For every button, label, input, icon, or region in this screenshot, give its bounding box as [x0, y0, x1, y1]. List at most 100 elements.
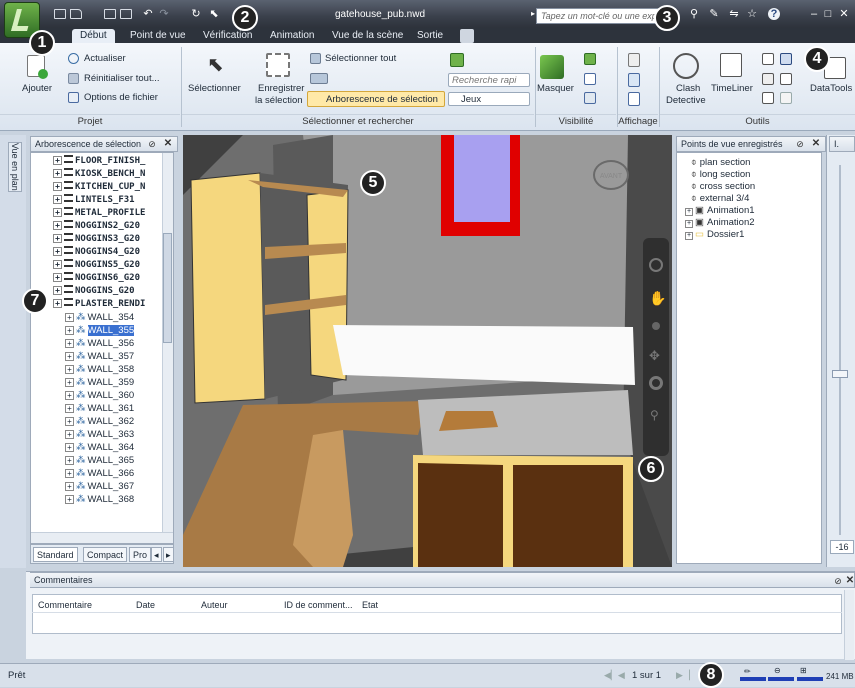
la-selection-label[interactable]: la sélection [255, 95, 303, 106]
tree-layer-item[interactable]: + FLOOR_FINISH_ [53, 155, 145, 168]
expand-icon[interactable]: + [53, 260, 62, 269]
expand-icon[interactable]: + [65, 391, 74, 400]
saved-view-item[interactable]: + ▣ Animation2 [685, 217, 755, 229]
expand-icon[interactable]: + [685, 220, 693, 228]
selectionner-button[interactable]: Sélectionner [188, 83, 241, 94]
scripter-icon[interactable] [780, 92, 792, 104]
pin-icon[interactable]: ⊘ [832, 575, 844, 587]
tree-wall-item[interactable]: + ⁂ WALL_362 [65, 415, 134, 428]
tree-layer-item[interactable]: + PLASTER_RENDI [53, 298, 145, 311]
options-icon[interactable] [68, 92, 79, 103]
tree-wall-item[interactable]: + ⁂ WALL_366 [65, 467, 134, 480]
datatools-button[interactable]: DataTools [810, 83, 852, 94]
tree-layer-item[interactable]: + KITCHEN_CUP_N [53, 181, 145, 194]
tree-layer-item[interactable]: + NOGGINS4_G20 [53, 246, 140, 259]
presenter-icon[interactable] [762, 53, 774, 65]
expand-icon[interactable]: + [65, 313, 74, 322]
tab-standard[interactable]: Standard [33, 547, 78, 562]
favorites-star-icon[interactable]: ☆ [746, 8, 758, 20]
expand-icon[interactable]: + [53, 273, 62, 282]
tab-sortie[interactable]: Sortie [417, 29, 443, 43]
tree-vertical-scrollbar[interactable] [162, 153, 173, 543]
expand-icon[interactable]: + [53, 208, 62, 217]
saved-view-item[interactable]: ⌽ long section [691, 169, 750, 181]
tree-layer-item[interactable]: + NOGGINS_G20 [53, 285, 135, 298]
tree-horizontal-scrollbar[interactable] [31, 532, 173, 543]
tree-wall-item[interactable]: + ⁂ WALL_359 [65, 376, 134, 389]
tree-wall-item[interactable]: + ⁂ WALL_368 [65, 493, 134, 506]
slider-track[interactable] [839, 165, 841, 535]
saved-view-item[interactable]: ⌽ cross section [691, 181, 755, 193]
slider-thumb[interactable] [832, 370, 848, 378]
save-selection-icon[interactable] [266, 53, 290, 77]
expand-icon[interactable]: + [53, 156, 62, 165]
tab-debut[interactable]: Début [72, 29, 115, 43]
animator-icon[interactable] [780, 53, 792, 65]
tree-layer-item[interactable]: + NOGGINS3_G20 [53, 233, 140, 246]
tree-wall-item[interactable]: + ⁂ WALL_363 [65, 428, 134, 441]
reinitialiser-button[interactable]: Réinitialiser tout... [84, 73, 160, 84]
appearance-profiler-icon[interactable] [762, 73, 774, 85]
tree-layer-item[interactable]: + NOGGINS5_G20 [53, 259, 140, 272]
slider-value[interactable]: -16 [830, 540, 854, 554]
close-window-icon[interactable]: ✕ [838, 8, 850, 20]
panel-affichage-label[interactable]: Affichage [618, 114, 658, 128]
tree-layer-item[interactable]: + METAL_PROFILE [53, 207, 145, 220]
steering-wheel-icon[interactable] [649, 258, 663, 272]
expand-icon[interactable]: + [65, 404, 74, 413]
expand-icon[interactable]: + [53, 286, 62, 295]
pin-icon[interactable]: ⊘ [146, 138, 158, 150]
tree-wall-item[interactable]: + ⁂ WALL_365 [65, 454, 134, 467]
saved-view-item[interactable]: ⌽ external 3/4 [691, 193, 749, 205]
tree-layer-item[interactable]: + LINTELS_F31 [53, 194, 135, 207]
panel-selection-label[interactable]: Sélectionner et rechercher [182, 114, 534, 128]
refresh-icon[interactable] [68, 53, 79, 64]
tree-wall-item[interactable]: + ⁂ WALL_361 [65, 402, 134, 415]
clash-label[interactable]: Clash [676, 83, 700, 94]
column-commentaire[interactable]: Commentaire [38, 600, 92, 610]
column-id-commentaire[interactable]: ID de comment... [284, 600, 353, 610]
hide-unselected-icon[interactable] [584, 73, 596, 85]
options-fichier-button[interactable]: Options de fichier [84, 92, 158, 103]
expand-icon[interactable]: + [65, 495, 74, 504]
comments-scrollbar[interactable] [844, 590, 854, 660]
redo-icon[interactable]: ↷ [158, 8, 170, 20]
column-auteur[interactable]: Auteur [201, 600, 228, 610]
properties-icon[interactable] [628, 92, 640, 106]
timeliner-icon[interactable] [720, 53, 742, 77]
tree-wall-item[interactable]: + ⁂ WALL_356 [65, 337, 134, 350]
tree-wall-item[interactable]: + ⁂ WALL_360 [65, 389, 134, 402]
panel-projet-label[interactable]: Projet [0, 114, 180, 128]
orbit-icon[interactable]: ✥ [649, 348, 660, 364]
undo-icon[interactable]: ↶ [142, 8, 154, 20]
column-date[interactable]: Date [136, 600, 155, 610]
view-cube[interactable]: AVANT [593, 160, 629, 190]
maximize-icon[interactable]: □ [822, 8, 834, 20]
tree-wall-item[interactable]: + ⁂ WALL_364 [65, 441, 134, 454]
expand-icon[interactable]: + [65, 365, 74, 374]
expand-icon[interactable]: + [65, 430, 74, 439]
pan-hand-icon[interactable]: ✋ [649, 290, 666, 307]
tab-point-de-vue[interactable]: Point de vue [130, 29, 186, 43]
expand-icon[interactable]: + [53, 195, 62, 204]
expand-icon[interactable]: + [53, 299, 62, 308]
require-icon[interactable] [584, 53, 596, 65]
walk-footsteps-icon[interactable]: ⚲ [650, 408, 659, 422]
tab-compact[interactable]: Compact [83, 547, 128, 562]
select-same-icon[interactable] [310, 73, 328, 84]
expand-icon[interactable]: + [53, 221, 62, 230]
expand-icon[interactable]: + [65, 326, 74, 335]
expand-icon[interactable]: + [65, 482, 74, 491]
next-page-icon[interactable]: ▶▕ [676, 670, 690, 681]
pin-icon[interactable]: ⊘ [794, 138, 806, 150]
detective-label[interactable]: Detective [666, 95, 706, 106]
tree-wall-item[interactable]: + ⁂ WALL_355 [65, 324, 135, 337]
refresh-icon[interactable]: ↻ [190, 8, 202, 20]
tree-layer-item[interactable]: + KIOSK_BENCH_N [53, 168, 145, 181]
selection-tree[interactable]: + FLOOR_FINISH_ + KIOSK_BENCH_N + KITCHEN_CUP… [30, 152, 174, 544]
minimize-icon[interactable]: – [808, 8, 820, 20]
tree-wall-item[interactable]: + ⁂ WALL_367 [65, 480, 134, 493]
expand-icon[interactable]: + [53, 234, 62, 243]
panel-visibilite-label[interactable]: Visibilité [536, 114, 616, 128]
arborescence-button[interactable]: Arborescence de sélection [326, 94, 438, 105]
